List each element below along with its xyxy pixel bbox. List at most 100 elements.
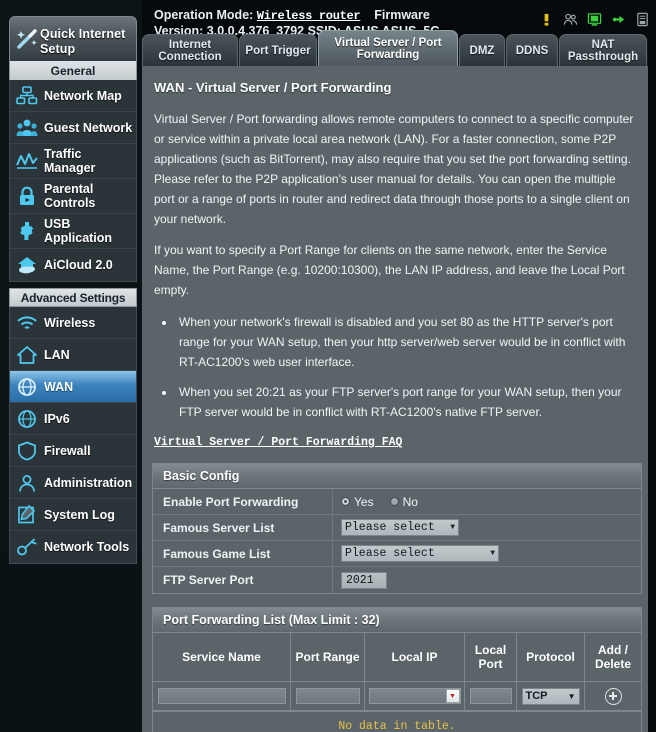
main-content-panel: WAN - Virtual Server / Port Forwarding V…	[142, 66, 648, 732]
alert-icon[interactable]	[539, 12, 554, 27]
sidebar-item-label: LAN	[44, 347, 70, 362]
radio-no-dot	[389, 497, 399, 506]
firewall-icon	[10, 441, 44, 461]
monitor-icon[interactable]	[587, 12, 602, 27]
description-paragraph-2: If you want to specify a Port Range for …	[154, 243, 625, 297]
sidebar-item-label: Traffic Manager	[44, 147, 96, 175]
famous-game-list-value: Please select	[345, 547, 435, 560]
list-item: When your network's firewall is disabled…	[176, 312, 640, 372]
port-forwarding-list-title: Port Forwarding List (Max Limit : 32)	[153, 608, 641, 633]
sidebar-item-label: Wireless	[44, 315, 96, 330]
famous-server-list-dropdown[interactable]: Please select ▼	[341, 519, 459, 536]
operation-mode-line: Operation Mode: Wireless router Firmware	[154, 8, 430, 23]
tab-ddns[interactable]: DDNS	[506, 34, 558, 66]
sidebar-item-firewall[interactable]: Firewall	[10, 435, 136, 467]
sidebar-item-network-map[interactable]: Network Map	[10, 80, 136, 112]
operation-mode-link[interactable]: Wireless router	[257, 9, 361, 23]
row-ftp-server-port: FTP Server Port 2021	[153, 567, 641, 593]
add-row-button[interactable]	[604, 687, 622, 705]
router-admin-page: Quick Internet Setup General Network Map	[0, 0, 656, 732]
tab-dmz[interactable]: DMZ	[459, 34, 505, 66]
ftp-server-port-input[interactable]: 2021	[341, 571, 387, 589]
ftp-server-port-controls: 2021	[333, 571, 641, 589]
sidebar-item-aicloud[interactable]: AiCloud 2.0	[10, 249, 136, 281]
usb-application-icon	[10, 221, 44, 241]
sidebar-general-group: Network Map Guest Network Traffic Manage…	[9, 80, 137, 282]
enable-port-forwarding-label: Enable Port Forwarding	[153, 489, 333, 514]
sidebar-item-administration[interactable]: Administration	[10, 467, 136, 499]
sidebar-item-usb-application[interactable]: USB Application	[10, 214, 136, 249]
network-tools-icon	[10, 537, 44, 557]
sidebar-item-label: WAN	[44, 379, 74, 394]
operation-mode-label: Operation Mode:	[154, 8, 254, 22]
port-range-input[interactable]	[295, 688, 360, 704]
protocol-dropdown[interactable]: TCP ▼	[521, 687, 580, 705]
chevron-down-icon: ▼	[490, 549, 495, 558]
basic-config-title: Basic Config	[153, 464, 641, 489]
usb-icon[interactable]	[611, 12, 626, 27]
service-name-input[interactable]	[157, 688, 286, 704]
local-port-input[interactable]	[469, 688, 512, 704]
quick-internet-setup-label: Quick Internet Setup	[40, 26, 126, 56]
network-map-icon	[10, 85, 44, 106]
description-paragraph-1: Virtual Server / Port forwarding allows …	[154, 112, 634, 226]
tab-bar: Internet Connection Port Trigger Virtual…	[142, 30, 656, 66]
magic-wand-icon	[14, 26, 40, 57]
sidebar-item-ipv6[interactable]: IPv6	[10, 403, 136, 435]
wan-icon	[10, 377, 44, 397]
status-icon-tray	[539, 12, 650, 27]
parental-controls-icon	[10, 186, 44, 206]
sidebar-item-lan[interactable]: LAN	[10, 339, 136, 371]
tab-virtual-server-port-forwarding[interactable]: Virtual Server / Port Forwarding	[318, 30, 458, 66]
tab-nat-passthrough[interactable]: NAT Passthrough	[559, 34, 647, 66]
clients-icon[interactable]	[563, 12, 578, 27]
sidebar-item-label: AiCloud 2.0	[44, 258, 113, 272]
famous-game-list-dropdown[interactable]: Please select ▼	[341, 545, 499, 562]
column-header-protocol: Protocol	[517, 633, 585, 681]
sidebar-item-label: Network Tools	[44, 540, 130, 554]
basic-config-table: Basic Config Enable Port Forwarding Yes …	[152, 463, 642, 594]
cell-add-delete	[585, 682, 641, 710]
sidebar-advanced-header: Advanced Settings	[9, 288, 137, 307]
chevron-down-icon: ▼	[567, 691, 576, 701]
famous-game-list-controls: Please select ▼	[333, 545, 641, 562]
chevron-down-icon[interactable]: ▼	[445, 689, 460, 703]
sidebar-item-traffic-manager[interactable]: Traffic Manager	[10, 144, 136, 179]
notes-list: When your network's firewall is disabled…	[150, 312, 640, 422]
tab-port-trigger[interactable]: Port Trigger	[239, 34, 317, 66]
sidebar-item-guest-network[interactable]: Guest Network	[10, 112, 136, 144]
cell-protocol: TCP ▼	[517, 682, 585, 710]
famous-server-list-label: Famous Server List	[153, 515, 333, 540]
radio-yes[interactable]: Yes	[341, 495, 374, 509]
sidebar-item-system-log[interactable]: System Log	[10, 499, 136, 531]
system-log-icon	[10, 504, 44, 525]
famous-server-list-controls: Please select ▼	[333, 519, 641, 536]
row-famous-server-list: Famous Server List Please select ▼	[153, 515, 641, 541]
administration-icon	[10, 473, 44, 493]
traffic-manager-icon	[10, 151, 44, 171]
local-ip-input[interactable]: ▼	[368, 688, 461, 704]
radio-no[interactable]: No	[389, 495, 418, 509]
port-forwarding-list-table: Port Forwarding List (Max Limit : 32) Se…	[152, 607, 642, 732]
sidebar-item-label: Guest Network	[44, 120, 133, 135]
faq-link[interactable]: Virtual Server / Port Forwarding FAQ	[154, 436, 402, 449]
sidebar-advanced-group: Wireless LAN WAN IPv6 Firewall Administr…	[9, 307, 137, 564]
radio-yes-dot	[341, 497, 350, 506]
sidebar-item-wireless[interactable]: Wireless	[10, 307, 136, 339]
sidebar-item-network-tools[interactable]: Network Tools	[10, 531, 136, 563]
chevron-down-icon: ▼	[450, 523, 455, 532]
quick-internet-setup-button[interactable]: Quick Internet Setup	[9, 16, 137, 66]
ipv6-icon	[10, 409, 44, 429]
sidebar-item-wan[interactable]: WAN	[10, 371, 136, 403]
column-header-service-name: Service Name	[153, 633, 291, 681]
sidebar-item-label: Firewall	[44, 443, 91, 458]
column-header-port-range: Port Range	[291, 633, 365, 681]
sidebar-item-parental-controls[interactable]: Parental Controls	[10, 179, 136, 214]
table-header-row: Service Name Port Range Local IP Local P…	[153, 633, 641, 682]
cell-local-ip: ▼	[365, 682, 465, 710]
tab-internet-connection[interactable]: Internet Connection	[142, 34, 238, 66]
enable-port-forwarding-controls: Yes No	[333, 495, 641, 509]
protocol-value: TCP	[525, 690, 548, 702]
sidebar-item-label: Parental Controls	[44, 182, 96, 210]
sidebar-item-label: IPv6	[44, 411, 70, 426]
